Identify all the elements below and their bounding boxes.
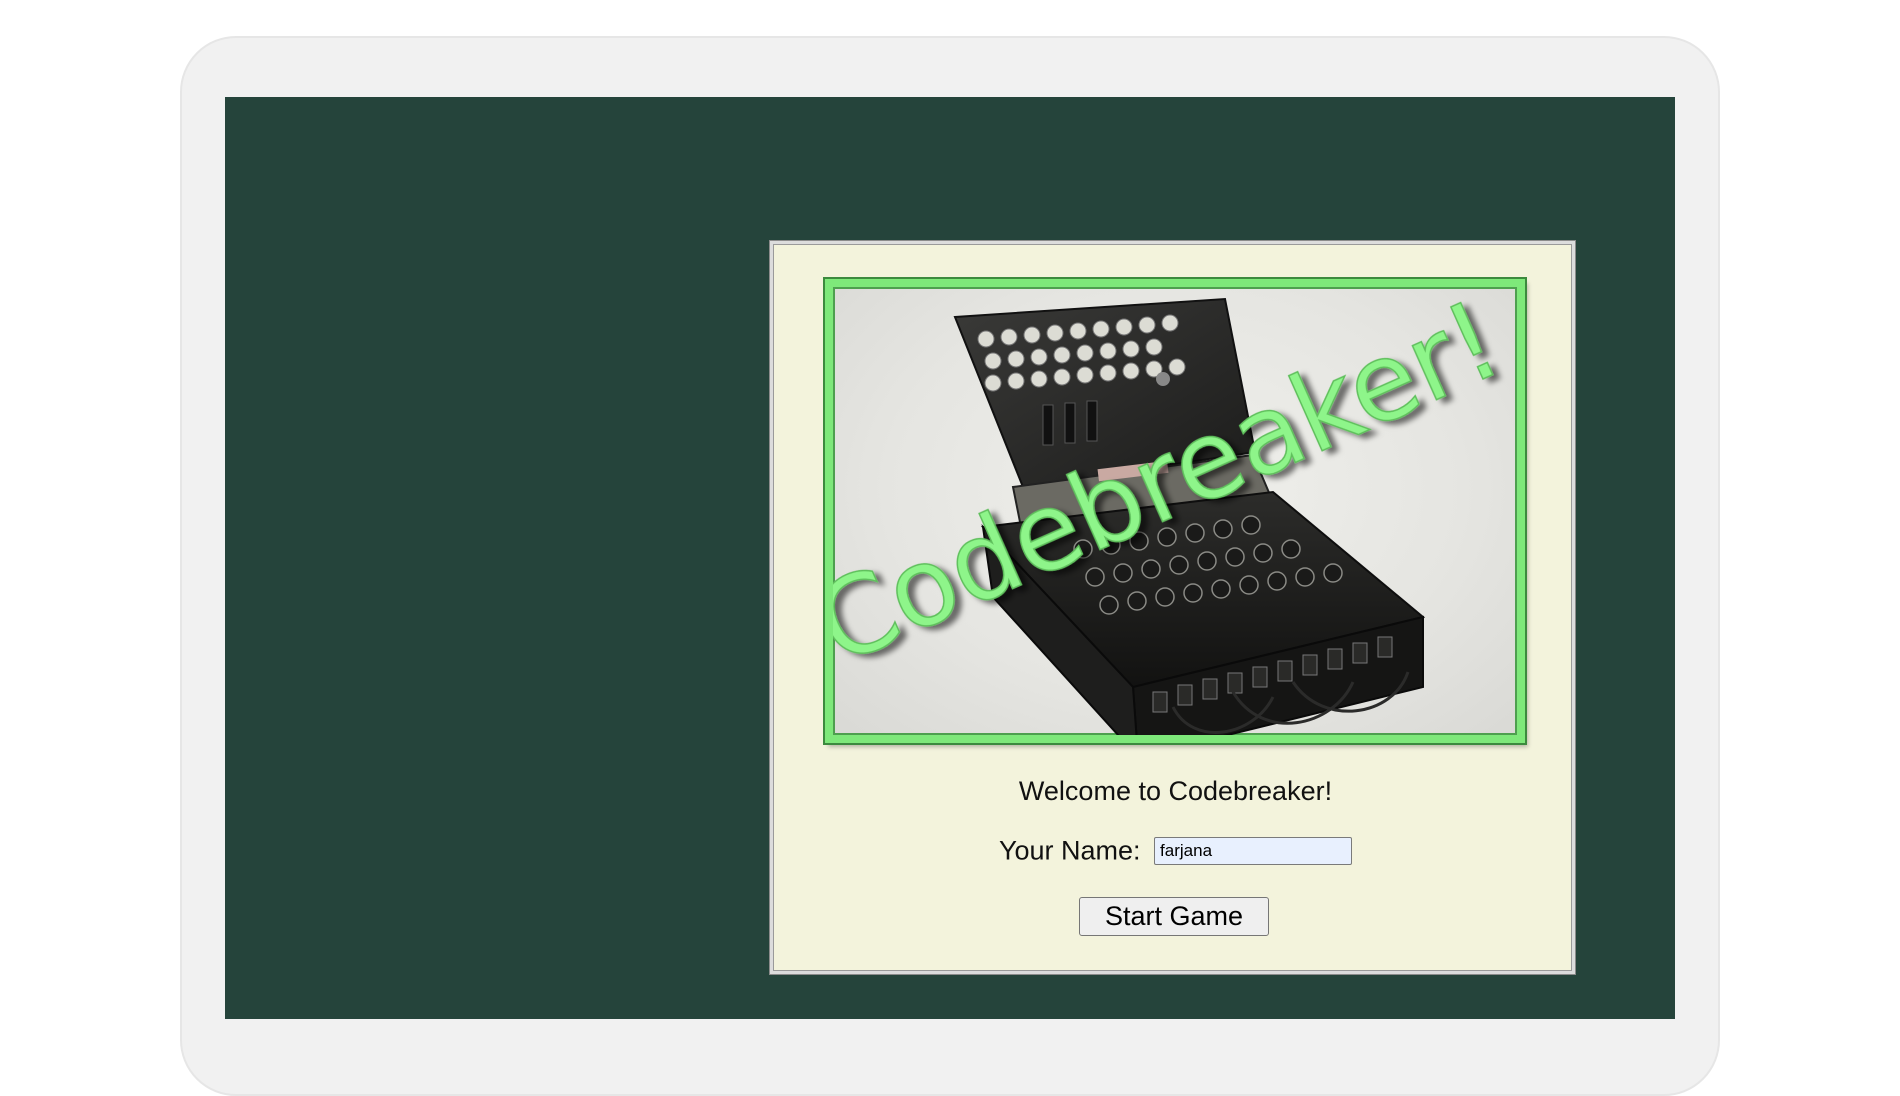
enigma-machine-illustration: Codebreaker!: [833, 287, 1517, 735]
start-panel: Codebreaker! Welcome to Codebreaker! You…: [770, 241, 1575, 974]
game-screen: Codebreaker! Welcome to Codebreaker! You…: [225, 97, 1675, 1019]
codebreaker-banner: Codebreaker!: [825, 279, 1525, 743]
name-label: Your Name:: [998, 835, 1141, 866]
start-game-button[interactable]: Start Game: [1079, 897, 1269, 936]
name-row: Your Name:: [773, 834, 1578, 866]
name-input[interactable]: [1154, 836, 1353, 865]
welcome-message: Welcome to Codebreaker!: [1018, 776, 1333, 806]
